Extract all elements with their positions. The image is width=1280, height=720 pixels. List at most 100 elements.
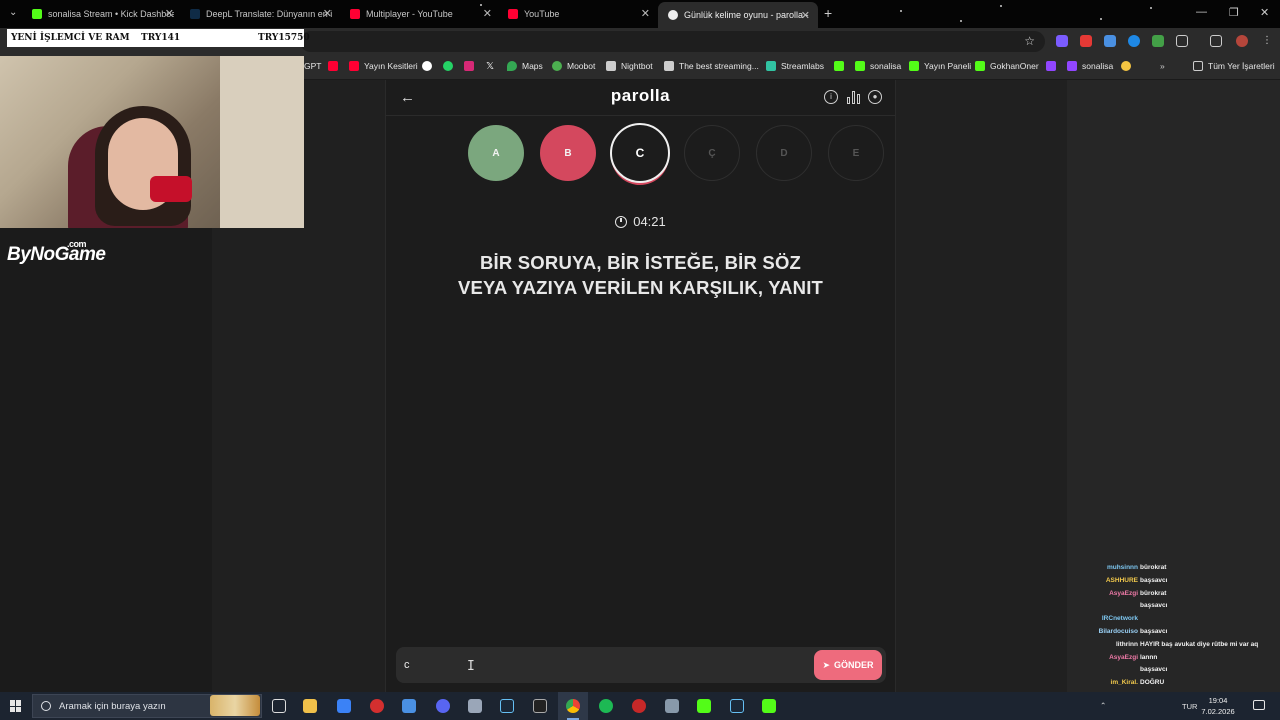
menu-icon[interactable]: ⋮: [1262, 35, 1274, 47]
letter-label: B: [564, 147, 572, 159]
chat-username[interactable]: muhsinnn: [1107, 564, 1138, 571]
info-icon[interactable]: i: [824, 90, 838, 104]
reading-list-icon[interactable]: [1210, 35, 1222, 47]
search-icon: [41, 701, 51, 711]
tab-deepl[interactable]: DeepL Translate: Dünyanın en i ✕: [190, 4, 332, 24]
close-icon[interactable]: ✕: [641, 7, 650, 20]
taskbar-clock[interactable]: 19:04 7.02.2026: [1196, 695, 1240, 717]
windows-taskbar: Aramak için buraya yazın ⌃ TUR 19:04 7.0…: [0, 692, 1280, 720]
bookmarks-overflow-icon[interactable]: »: [1160, 61, 1165, 71]
maximize-button[interactable]: ❐: [1229, 6, 1239, 19]
bookmark-item[interactable]: [1121, 61, 1131, 71]
bookmark-item[interactable]: Yayın Kesitleri: [349, 61, 418, 71]
bookmark-item[interactable]: Streamlabs: [766, 61, 824, 71]
file-explorer-icon[interactable]: [303, 699, 317, 713]
extension-icon[interactable]: [1056, 35, 1068, 47]
bookmark-item[interactable]: Maps: [507, 61, 543, 71]
chrome-icon[interactable]: [566, 699, 580, 713]
window-close-button[interactable]: ✕: [1260, 6, 1269, 19]
bookmark-item[interactable]: [328, 61, 338, 71]
bookmark-item[interactable]: GPT: [304, 61, 321, 71]
steam-icon[interactable]: [730, 699, 744, 713]
spotify-icon[interactable]: [599, 699, 613, 713]
notification-icon[interactable]: [1253, 700, 1265, 710]
app-icon[interactable]: [402, 699, 416, 713]
app-icon[interactable]: [468, 699, 482, 713]
minimize-button[interactable]: —: [1196, 6, 1207, 18]
epic-games-icon[interactable]: [533, 699, 547, 713]
extension-icon[interactable]: [1080, 35, 1092, 47]
tab-youtube[interactable]: YouTube ✕: [508, 4, 650, 24]
all-bookmarks-button[interactable]: Tüm Yer İşaretleri: [1193, 61, 1275, 71]
letter-a: A: [468, 125, 524, 181]
bookmark-star-icon[interactable]: ☆: [1024, 34, 1035, 48]
discord-icon[interactable]: [436, 699, 450, 713]
bookmark-item[interactable]: [1046, 61, 1056, 71]
tray-chevron-icon[interactable]: ⌃: [1100, 701, 1106, 710]
bookmark-item[interactable]: The best streaming...: [664, 61, 759, 71]
tab-title: YouTube: [524, 9, 560, 19]
letter-label: Ç: [708, 147, 716, 159]
steam-icon[interactable]: [500, 699, 514, 713]
chat-username[interactable]: lithrinn: [1116, 641, 1138, 648]
user-icon[interactable]: ●: [868, 90, 882, 104]
address-bar[interactable]: ☆: [300, 31, 1045, 52]
tab-parolla[interactable]: Günlük kelime oyunu - parolla - ✕: [658, 2, 818, 28]
extensions-puzzle-icon[interactable]: [1176, 35, 1188, 47]
chat-username[interactable]: IRCnetwork: [1102, 615, 1138, 622]
chat-username[interactable]: ASHHURE: [1106, 577, 1138, 584]
emoji-icon: [1121, 61, 1131, 71]
profile-avatar[interactable]: [1236, 35, 1248, 47]
bookmark-item[interactable]: GokhanOner: [975, 61, 1039, 71]
chat-text: lannn: [1140, 653, 1158, 661]
bookmark-item[interactable]: sonalisa: [1067, 61, 1113, 71]
bookmark-item[interactable]: Moobot: [552, 61, 595, 71]
send-button[interactable]: ➤ GÖNDER: [814, 650, 882, 680]
letter-label: A: [492, 147, 500, 159]
chat-username[interactable]: Bilardocuiso: [1099, 628, 1138, 635]
bookmark-item[interactable]: [464, 61, 474, 71]
close-icon[interactable]: ✕: [323, 7, 332, 20]
chat-username[interactable]: im_Kiral.: [1111, 679, 1138, 686]
app-icon[interactable]: [665, 699, 679, 713]
obs-icon[interactable]: [632, 699, 646, 713]
windows-start-icon[interactable]: [10, 700, 22, 712]
stream-left-panel: [0, 228, 212, 692]
extension-icon[interactable]: [1152, 35, 1164, 47]
bookmark-item[interactable]: 𝕏: [486, 61, 494, 72]
tab-search-dropdown-icon[interactable]: ⌄: [9, 7, 17, 18]
close-icon[interactable]: ✕: [165, 7, 174, 20]
bookmark-item[interactable]: sonalisa: [855, 61, 901, 71]
browser-tab-strip: ⌄ sonalisa Stream • Kick Dashboard ✕ Dee…: [0, 0, 1280, 28]
extension-icon[interactable]: [1104, 35, 1116, 47]
chat-username[interactable]: AsyaEzgi: [1109, 654, 1138, 661]
extension-icon[interactable]: [1128, 35, 1140, 47]
chat-text: başsavcı: [1140, 666, 1168, 674]
bookmark-item[interactable]: Nightbot: [606, 61, 653, 71]
letter-c-cedilla: Ç: [684, 125, 740, 181]
store-icon[interactable]: [337, 699, 351, 713]
opera-icon[interactable]: [370, 699, 384, 713]
bookmark-item[interactable]: Yayın Paneli: [909, 61, 971, 71]
answer-input[interactable]: [404, 656, 804, 674]
timer: 04:21: [386, 214, 895, 229]
close-icon[interactable]: ✕: [483, 7, 492, 20]
kick-app-icon[interactable]: [697, 699, 711, 713]
close-icon[interactable]: ✕: [801, 9, 810, 22]
bookmark-item[interactable]: [443, 61, 453, 71]
tab-title: sonalisa Stream • Kick Dashboard: [48, 9, 174, 19]
chat-text: başsavcı: [1140, 576, 1168, 584]
background-star: [1000, 5, 1002, 7]
tab-title: DeepL Translate: Dünyanın en i: [206, 9, 332, 19]
tab-multiplayer-youtube[interactable]: Multiplayer - YouTube ✕: [350, 4, 492, 24]
bookmark-item[interactable]: [422, 61, 432, 71]
new-tab-button[interactable]: +: [824, 5, 832, 21]
chat-username[interactable]: AsyaEzgi: [1109, 590, 1138, 597]
task-view-icon[interactable]: [272, 699, 286, 713]
stats-icon[interactable]: [847, 90, 861, 104]
bookmark-item[interactable]: [834, 61, 844, 71]
send-label: GÖNDER: [834, 660, 874, 670]
tab-kick-dashboard[interactable]: sonalisa Stream • Kick Dashboard ✕: [32, 4, 174, 24]
kick-app-icon[interactable]: [762, 699, 776, 713]
chat-text: DOĞRU: [1140, 679, 1165, 687]
